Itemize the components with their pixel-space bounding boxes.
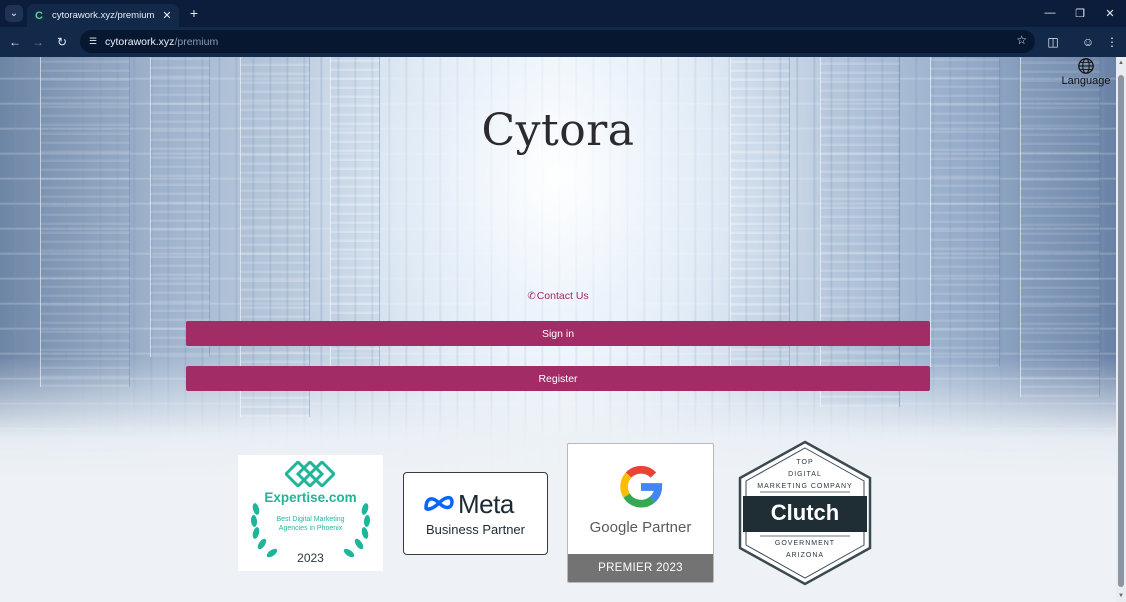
expertise-year: 2023 [297,551,324,565]
reload-icon: ↻ [56,35,68,49]
scroll-up-arrow-icon[interactable]: ▲ [1118,60,1124,66]
page-scrollbar[interactable]: ▲ ▼ [1116,57,1126,602]
language-label: Language [1061,75,1111,87]
scroll-thumb[interactable] [1118,75,1124,587]
clutch-line4: ARIZONA [785,552,825,559]
contact-us-link[interactable]: ✆Contact Us [0,290,1116,302]
address-bar[interactable]: ☰ cytorawork.xyz/premium ☆ [80,30,1035,53]
tune-icon[interactable]: ☰ [86,36,100,47]
back-button[interactable]: ← [6,33,24,51]
favicon-icon: C [35,9,43,22]
clutch-line1: DIGITAL [788,471,822,478]
chevron-down-icon: ⌄ [9,8,19,19]
puzzle-icon: ◫ [1047,35,1059,49]
extensions-button[interactable]: ◫ [1044,33,1062,51]
close-icon: ✕ [1105,7,1115,20]
register-button[interactable]: Register [186,366,930,391]
language-selector[interactable]: Language [1060,57,1112,87]
sign-in-button[interactable]: Sign in [186,321,930,346]
clutch-line2: MARKETING COMPANY [757,483,853,490]
back-arrow-icon: ← [9,35,21,49]
expertise-badge: Expertise.com Best Digital Marketing Age… [238,455,383,571]
clutch-name: Clutch [770,500,840,525]
meta-partner-badge: Meta Business Partner [403,472,548,555]
browser-menu-button[interactable]: ⋮ [1103,33,1121,51]
restore-button[interactable]: ❐ [1072,5,1088,21]
tab-search-button[interactable]: ⌄ [5,5,23,22]
contact-us-label: Contact Us [536,290,589,302]
restore-icon: ❐ [1075,7,1085,20]
phone-icon: ✆ [527,291,536,302]
expertise-subtitle: Best Digital Marketing Agencies in Phoen… [276,516,345,532]
scroll-down-arrow-icon[interactable]: ▼ [1118,593,1124,599]
background-tower [150,57,210,357]
sign-in-label: Sign in [541,327,575,340]
star-icon[interactable]: ☆ [1016,33,1027,47]
forward-button[interactable]: → [29,33,47,51]
clutch-badge: TOP DIGITAL MARKETING COMPANY Clutch GOV… [736,440,874,586]
forward-arrow-icon: → [32,35,44,49]
meta-infinity-icon [424,495,454,511]
google-partner-badge: Google Partner PREMIER 2023 [567,443,714,583]
meta-subtitle: Business Partner [426,522,525,537]
url-text[interactable]: cytorawork.xyz/premium [105,36,218,48]
register-label: Register [538,372,578,385]
google-partner-label: Google Partner [589,519,692,536]
new-tab-button[interactable]: + [186,5,202,21]
browser-tab[interactable]: C cytorawork.xyz/premium ✕ [27,4,179,27]
brand-logo: Cytora [481,105,635,156]
clutch-line3: GOVERNMENT [774,540,836,547]
background-tower [930,57,1000,367]
window-close-button[interactable]: ✕ [1102,5,1118,21]
browser-tab-bar: ⌄ C cytorawork.xyz/premium ✕ + — ❐ ✕ [0,0,1126,27]
google-tier-label: PREMIER 2023 [568,554,713,582]
page-viewport: Language Cytora ✆Contact Us Sign in Regi… [0,57,1116,602]
reload-button[interactable]: ↻ [53,33,71,51]
browser-toolbar: ← → ↻ ☰ cytorawork.xyz/premium ☆ ◫ ☺ ⋮ [0,27,1126,57]
minimize-icon: — [1044,7,1056,19]
tab-title: cytorawork.xyz/premium [52,10,155,21]
kebab-menu-icon: ⋮ [1106,35,1118,49]
tab-close-button[interactable]: ✕ [159,9,175,22]
globe-icon [1078,58,1094,74]
profile-icon: ☺ [1081,35,1095,49]
minimize-button[interactable]: — [1042,5,1058,21]
clutch-top: TOP [796,459,814,466]
meta-name: Meta [458,489,514,519]
google-g-icon [620,465,663,508]
profile-button[interactable]: ☺ [1079,33,1097,51]
plus-icon: + [189,5,199,21]
